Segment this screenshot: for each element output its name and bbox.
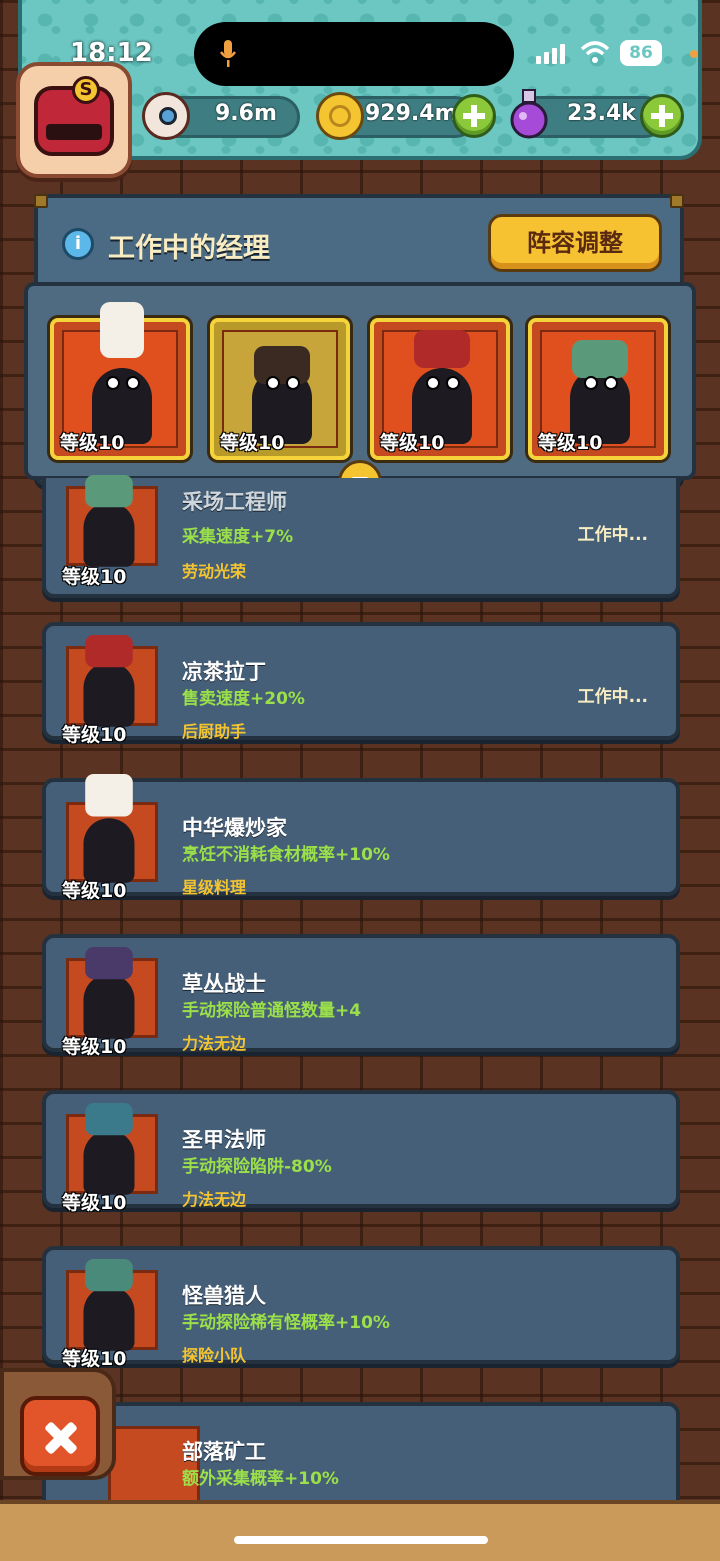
working-manager-slot-3[interactable]: 等级10 <box>370 318 510 460</box>
manager-row-4[interactable]: 草丛战士 手动探险普通怪数量+4 力法无边 等级10 <box>42 934 680 1058</box>
manager-effect: 手动探险稀有怪概率+10% <box>182 1313 390 1333</box>
recording-dot <box>690 50 698 58</box>
avatar-face: S <box>34 76 114 156</box>
manager-level: 等级10 <box>62 1192 127 1214</box>
ground-strip <box>0 1500 720 1561</box>
manager-effect: 手动探险普通怪数量+4 <box>182 1001 362 1021</box>
manager-name: 怪兽猎人 <box>182 1284 266 1308</box>
slot-level: 等级10 <box>220 432 285 454</box>
home-indicator[interactable] <box>234 1536 488 1544</box>
working-manager-slot-2[interactable]: 等级10 <box>210 318 350 460</box>
manager-tag: 后厨助手 <box>182 722 247 741</box>
close-button[interactable] <box>20 1396 100 1476</box>
manager-name: 中华爆炒家 <box>182 816 287 840</box>
manager-effect: 烹饪不消耗食材概率+10% <box>182 845 390 865</box>
manager-level: 等级10 <box>62 880 127 902</box>
manager-effect: 采集速度+7% <box>182 527 294 547</box>
manager-row-1[interactable]: 采场工程师 采集速度+7% 劳动光荣 工作中... 等级10 <box>42 475 680 598</box>
working-manager-slot-1[interactable]: 等级10 <box>50 302 190 460</box>
slot-level: 等级10 <box>60 432 125 454</box>
info-icon[interactable]: i <box>62 228 94 260</box>
manager-name: 部落矿工 <box>182 1440 266 1464</box>
dynamic-island <box>194 22 514 86</box>
panel-title: 工作中的经理 <box>108 233 270 264</box>
signal-icon <box>536 44 565 64</box>
manager-row-3[interactable]: 中华爆炒家 烹饪不消耗食材概率+10% 星级料理 等级10 <box>42 774 680 902</box>
lineup-adjust-button[interactable]: 阵容调整 <box>488 214 662 272</box>
manager-status: 工作中... <box>577 525 648 545</box>
manager-portrait <box>66 774 158 883</box>
manager-tag: 劳动光荣 <box>182 562 247 581</box>
manager-status: 工作中... <box>577 687 648 707</box>
manager-row-2[interactable]: 凉茶拉丁 售卖速度+20% 后厨助手 工作中... 等级10 <box>42 622 680 746</box>
add-potion-button[interactable] <box>640 94 684 138</box>
manager-level: 等级10 <box>62 1036 127 1058</box>
manager-level: 等级10 <box>62 1348 127 1370</box>
purple-potion-icon <box>510 89 548 139</box>
eyeball-value: 9.6m <box>215 101 277 126</box>
s-rank-icon: S <box>72 76 100 104</box>
manager-tag: 力法无边 <box>182 1190 247 1209</box>
potion-value: 23.4k <box>567 101 636 126</box>
manager-tag: 力法无边 <box>182 1034 247 1053</box>
gold-coin-icon <box>316 92 364 140</box>
manager-row-5[interactable]: 圣甲法师 手动探险陷阱-80% 力法无边 等级10 <box>42 1090 680 1214</box>
player-avatar[interactable]: S <box>16 62 132 178</box>
manager-name: 圣甲法师 <box>182 1128 266 1152</box>
working-manager-slot-4[interactable]: 等级10 <box>528 318 668 460</box>
manager-row-7[interactable]: 部落矿工 额外采集概率+10% <box>42 1402 680 1506</box>
manager-row-6[interactable]: 怪兽猎人 手动探险稀有怪概率+10% 探险小队 等级10 <box>42 1246 680 1370</box>
slot-level: 等级10 <box>380 432 445 454</box>
manager-name: 凉茶拉丁 <box>182 660 266 684</box>
wifi-icon <box>580 41 610 63</box>
manager-portrait <box>66 947 158 1039</box>
eyeball-icon <box>142 92 190 140</box>
manager-portrait <box>66 475 158 567</box>
manager-portrait <box>66 1259 158 1351</box>
manager-name: 采场工程师 <box>182 490 287 514</box>
manager-tag: 星级料理 <box>182 878 247 897</box>
manager-portrait <box>66 635 158 727</box>
manager-effect: 额外采集概率+10% <box>182 1469 339 1489</box>
close-button-frame <box>0 1368 116 1480</box>
manager-tag: 探险小队 <box>182 1346 247 1365</box>
manager-level: 等级10 <box>62 566 127 588</box>
manager-effect: 售卖速度+20% <box>182 689 305 709</box>
add-coin-button[interactable] <box>452 94 496 138</box>
coin-value: 929.4m <box>365 101 458 126</box>
battery-icon: 86 <box>620 40 662 66</box>
slot-level: 等级10 <box>538 432 603 454</box>
manager-portrait <box>66 1103 158 1195</box>
manager-level: 等级10 <box>62 724 127 746</box>
microphone-icon <box>219 40 237 67</box>
manager-name: 草丛战士 <box>182 972 266 996</box>
manager-effect: 手动探险陷阱-80% <box>182 1157 332 1177</box>
